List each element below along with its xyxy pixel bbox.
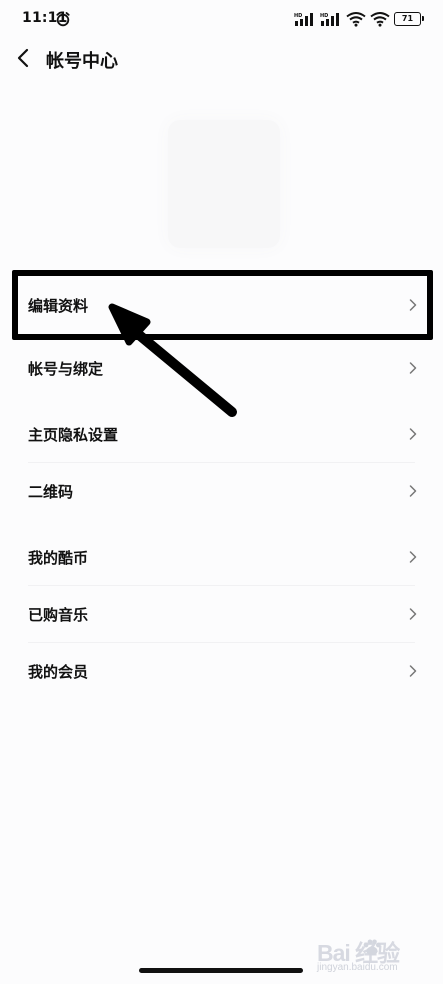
watermark-site: jingyan.baidu.com	[317, 962, 398, 973]
chevron-left-icon	[17, 48, 29, 68]
menu-item-label: 我的会员	[28, 662, 89, 681]
svg-text:HD: HD	[294, 13, 302, 19]
status-bar: 11:11 HD HD 71	[0, 0, 443, 38]
hd-signal-icon: HD	[294, 13, 313, 26]
chevron-right-icon	[409, 485, 417, 497]
hd-signal-icon: HD	[320, 13, 339, 26]
menu-item-label: 二维码	[28, 482, 74, 501]
chevron-right-icon	[409, 608, 417, 620]
status-icons: HD HD 71	[294, 10, 424, 28]
back-button[interactable]	[8, 43, 38, 73]
menu-item-purchased-music[interactable]: 已购音乐	[0, 586, 443, 642]
menu-item-my-coins[interactable]: 我的酷币	[0, 529, 443, 585]
menu-item-label: 已购音乐	[28, 605, 89, 624]
svg-text:HD: HD	[320, 13, 328, 19]
battery-icon: 71	[394, 12, 424, 26]
chevron-right-icon	[409, 551, 417, 563]
account-menu: 编辑资料 帐号与绑定 主页隐私设置 二维码 我的酷币 已购音乐 我的会员	[0, 270, 443, 699]
menu-item-account-binding[interactable]: 帐号与绑定	[0, 340, 443, 396]
watermark-logo: Bai 经验	[317, 940, 400, 966]
home-indicator	[139, 968, 303, 973]
chevron-right-icon	[409, 428, 417, 440]
page-title: 帐号中心	[46, 51, 118, 72]
menu-item-label: 主页隐私设置	[28, 425, 119, 444]
header: 帐号中心	[0, 38, 443, 80]
menu-item-label: 编辑资料	[28, 296, 89, 315]
chevron-right-icon	[409, 299, 417, 311]
chevron-right-icon	[409, 362, 417, 374]
menu-item-label: 帐号与绑定	[28, 359, 104, 378]
alarm-icon	[56, 12, 70, 27]
paw-icon	[363, 939, 381, 956]
menu-item-edit-profile[interactable]: 编辑资料	[0, 270, 443, 340]
watermark: Bai 经验 jingyan.baidu.com	[311, 930, 423, 978]
wifi-icon	[370, 12, 390, 27]
avatar[interactable]	[168, 120, 280, 248]
screen: 11:11 HD HD 71 帐号中心 编辑资料 帐号与绑定 主页隐私设置 二维…	[0, 0, 443, 984]
wifi-icon	[346, 12, 366, 27]
chevron-right-icon	[409, 665, 417, 677]
menu-item-my-membership[interactable]: 我的会员	[0, 643, 443, 699]
menu-item-qr-code[interactable]: 二维码	[0, 463, 443, 519]
menu-item-homepage-privacy[interactable]: 主页隐私设置	[0, 406, 443, 462]
menu-item-label: 我的酷币	[28, 548, 89, 567]
